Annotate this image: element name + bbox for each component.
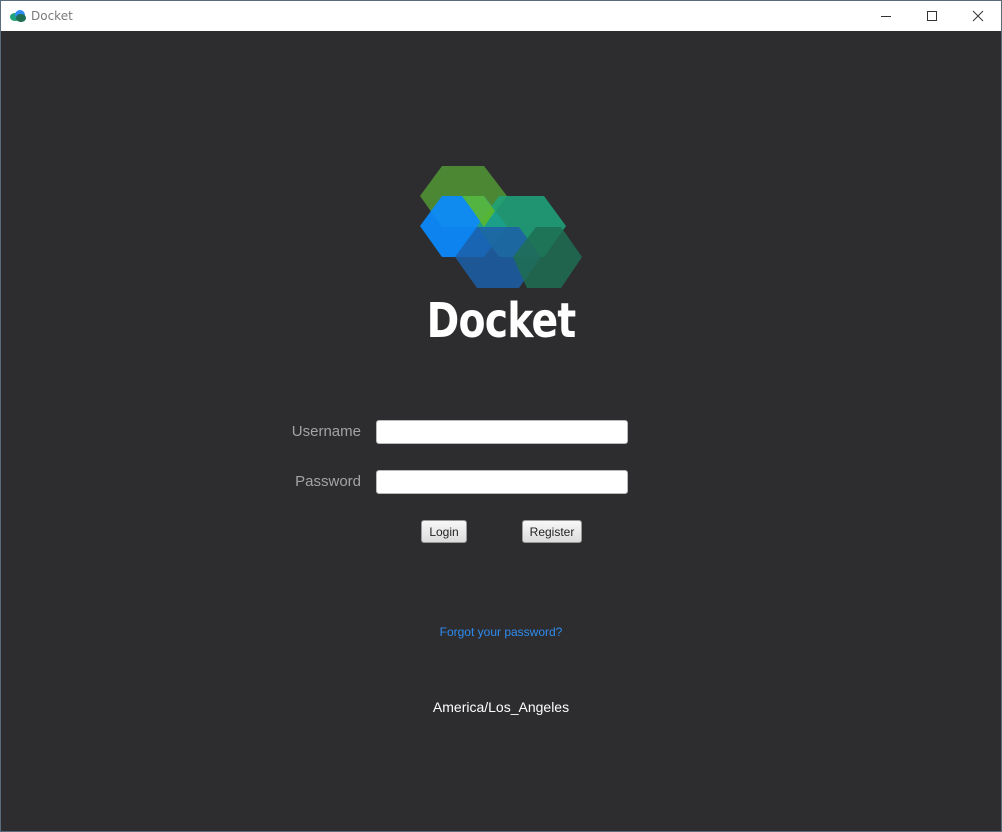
username-label: Username (291, 423, 361, 440)
close-button[interactable] (955, 1, 1001, 31)
forgot-password-link[interactable]: Forgot your password? (1, 625, 1001, 639)
minimize-icon (881, 16, 891, 17)
register-button[interactable]: Register (522, 520, 582, 543)
password-input[interactable] (376, 470, 628, 494)
login-button[interactable]: Login (421, 520, 467, 543)
app-name-heading: Docket (426, 293, 577, 349)
login-panel: Docket Username Password Login Register … (1, 31, 1001, 831)
window-title: Docket (31, 9, 73, 23)
password-label: Password (295, 473, 361, 490)
docket-cloud-icon (9, 8, 27, 24)
maximize-icon (927, 11, 937, 21)
docket-hexagon-logo (420, 166, 582, 288)
close-icon (972, 10, 984, 22)
app-window: Docket Docket Username Password Login Re… (0, 0, 1002, 832)
username-input[interactable] (376, 420, 628, 444)
timezone-label: America/Los_Angeles (432, 699, 570, 715)
maximize-button[interactable] (909, 1, 955, 31)
minimize-button[interactable] (863, 1, 909, 31)
title-bar[interactable]: Docket (1, 1, 1001, 31)
